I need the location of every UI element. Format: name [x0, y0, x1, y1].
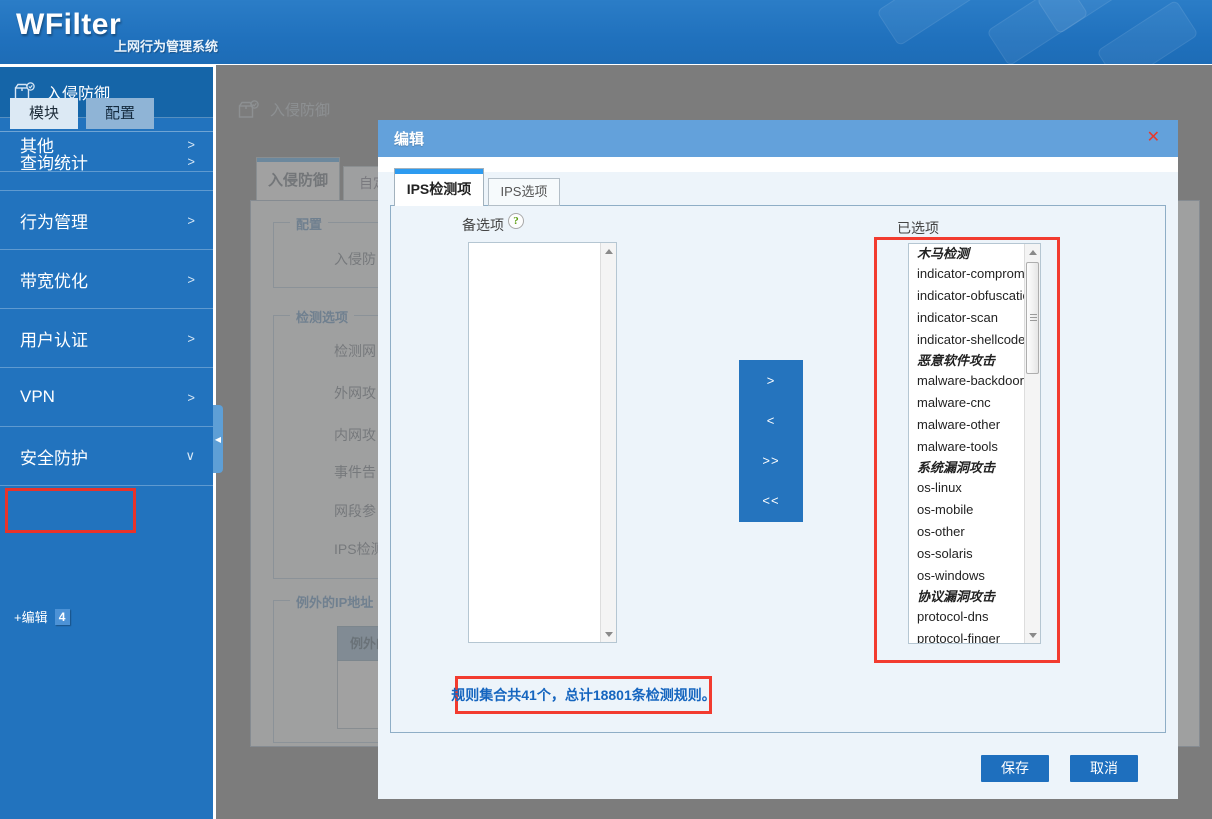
move-all-left-button[interactable]: << — [739, 480, 803, 520]
available-scrollbar[interactable] — [600, 243, 616, 642]
scroll-up-icon[interactable] — [601, 243, 616, 259]
edit-link-label: +编辑 — [14, 607, 48, 626]
sidebar-edit-link[interactable]: +编辑 4 — [14, 607, 70, 626]
chevron-right-icon: > — [187, 272, 195, 287]
app-logo: WFilter — [16, 8, 121, 42]
sidebar-item-label: 带宽优化 — [20, 267, 88, 292]
list-group-header[interactable]: 恶意软件攻击 — [909, 351, 1024, 370]
list-option[interactable]: protocol-finger — [909, 628, 1024, 643]
sidebar-item-label: 安全防护 — [20, 444, 88, 469]
sidebar-item-label: 查询统计 — [20, 149, 88, 174]
chevron-right-icon: > — [187, 390, 195, 405]
sidebar: 模块 配置 查询统计>行为管理>带宽优化>用户认证>VPN>安全防护∨ 入侵防御… — [0, 67, 213, 819]
app-subtitle: 上网行为管理系统 — [114, 36, 218, 55]
available-listbox[interactable] — [468, 242, 617, 643]
scroll-down-icon[interactable] — [1025, 627, 1040, 643]
transfer-panel: ><>><< — [739, 360, 803, 522]
sidebar-item-3[interactable]: 用户认证 > — [0, 309, 213, 368]
sidebar-item-label: 用户认证 — [20, 326, 88, 351]
list-option[interactable]: indicator-compromise — [909, 263, 1024, 285]
selected-scrollbar[interactable] — [1024, 244, 1040, 643]
move-right-button[interactable]: > — [739, 360, 803, 400]
list-option[interactable]: os-linux — [909, 477, 1024, 499]
list-option[interactable]: indicator-shellcode — [909, 329, 1024, 351]
chevron-down-icon: ∨ — [185, 448, 195, 464]
sidebar-tabs: 模块 配置 — [10, 98, 154, 129]
move-left-button[interactable]: < — [739, 400, 803, 440]
sidebar-item-label: VPN — [20, 387, 55, 407]
keyboard-decoration — [876, 0, 979, 46]
dialog-titlebar: 编辑 ✕ — [378, 120, 1178, 157]
scroll-up-icon[interactable] — [1025, 244, 1040, 260]
list-group-header[interactable]: 系统漏洞攻击 — [909, 458, 1024, 477]
app-header: WFilter 上网行为管理系统 — [0, 0, 1212, 64]
collapse-arrow-icon: ◀ — [215, 435, 221, 444]
sidebar-item-5[interactable]: 安全防护 ∨ — [0, 427, 213, 486]
list-option[interactable]: os-other — [909, 521, 1024, 543]
chevron-right-icon: > — [187, 154, 195, 169]
list-option[interactable]: indicator-obfuscation — [909, 285, 1024, 307]
selected-listbox[interactable]: 木马检测indicator-compromiseindicator-obfusc… — [908, 243, 1041, 644]
chevron-right-icon: > — [187, 331, 195, 346]
rules-stats-text: 规则集合共41个，总计18801条检测规则。 — [451, 685, 716, 705]
list-option[interactable]: os-mobile — [909, 499, 1024, 521]
dialog-tabstrip-bg — [378, 157, 1178, 172]
list-group-header[interactable]: 木马检测 — [909, 244, 1024, 263]
app-root: WFilter 上网行为管理系统 模块 配置 查询统计>行为管理>带宽优化>用户… — [0, 0, 1212, 819]
sidebar-tab-config[interactable]: 配置 — [86, 98, 154, 129]
move-all-right-button[interactable]: >> — [739, 440, 803, 480]
close-icon[interactable]: ✕ — [1147, 128, 1160, 148]
list-option[interactable]: os-solaris — [909, 543, 1024, 565]
sidebar-item-4[interactable]: VPN > — [0, 368, 213, 427]
edit-count-badge: 4 — [55, 609, 70, 625]
list-option[interactable]: indicator-scan — [909, 307, 1024, 329]
save-button[interactable]: 保存 — [981, 755, 1049, 782]
list-option[interactable]: malware-other — [909, 414, 1024, 436]
sidebar-collapse-handle[interactable]: ◀ — [213, 405, 223, 473]
annotation-box-stats: 规则集合共41个，总计18801条检测规则。 — [455, 676, 712, 714]
selected-list-label: 已选项 — [897, 218, 939, 238]
list-option[interactable]: malware-cnc — [909, 392, 1024, 414]
sidebar-item-0[interactable]: 查询统计 > — [0, 132, 213, 191]
selected-items: 木马检测indicator-compromiseindicator-obfusc… — [909, 244, 1024, 643]
scroll-down-icon[interactable] — [601, 626, 616, 642]
list-group-header[interactable]: 协议漏洞攻击 — [909, 587, 1024, 606]
sidebar-item-2[interactable]: 带宽优化 > — [0, 250, 213, 309]
edit-dialog: 编辑 ✕ IPS检测项 IPS选项 备选项 ? ><>><< 已选项 木马检测i… — [378, 120, 1178, 799]
tab-ips-detect-items[interactable]: IPS检测项 — [394, 168, 484, 206]
chevron-right-icon: > — [187, 213, 195, 228]
list-option[interactable]: malware-tools — [909, 436, 1024, 458]
available-list-label: 备选项 — [462, 215, 504, 235]
available-items — [469, 243, 600, 642]
dialog-title: 编辑 — [394, 128, 424, 149]
help-icon[interactable]: ? — [508, 213, 524, 229]
sidebar-item-1[interactable]: 行为管理 > — [0, 191, 213, 250]
scrollbar-grip — [1030, 314, 1037, 322]
scrollbar-thumb[interactable] — [1026, 262, 1039, 374]
sidebar-item-label: 行为管理 — [20, 208, 88, 233]
sidebar-tab-module[interactable]: 模块 — [10, 98, 78, 129]
list-option[interactable]: protocol-dns — [909, 606, 1024, 628]
list-option[interactable]: os-windows — [909, 565, 1024, 587]
cancel-button[interactable]: 取消 — [1070, 755, 1138, 782]
tab-ips-options[interactable]: IPS选项 — [488, 178, 560, 206]
list-option[interactable]: malware-backdoor — [909, 370, 1024, 392]
sidebar-menu: 查询统计 > 行为管理 > 带宽优化 > 用户认证 > VPN > 安全防护 ∨ — [0, 131, 213, 486]
keyboard-decoration — [1096, 0, 1199, 64]
tab-label: IPS检测项 — [395, 174, 483, 204]
